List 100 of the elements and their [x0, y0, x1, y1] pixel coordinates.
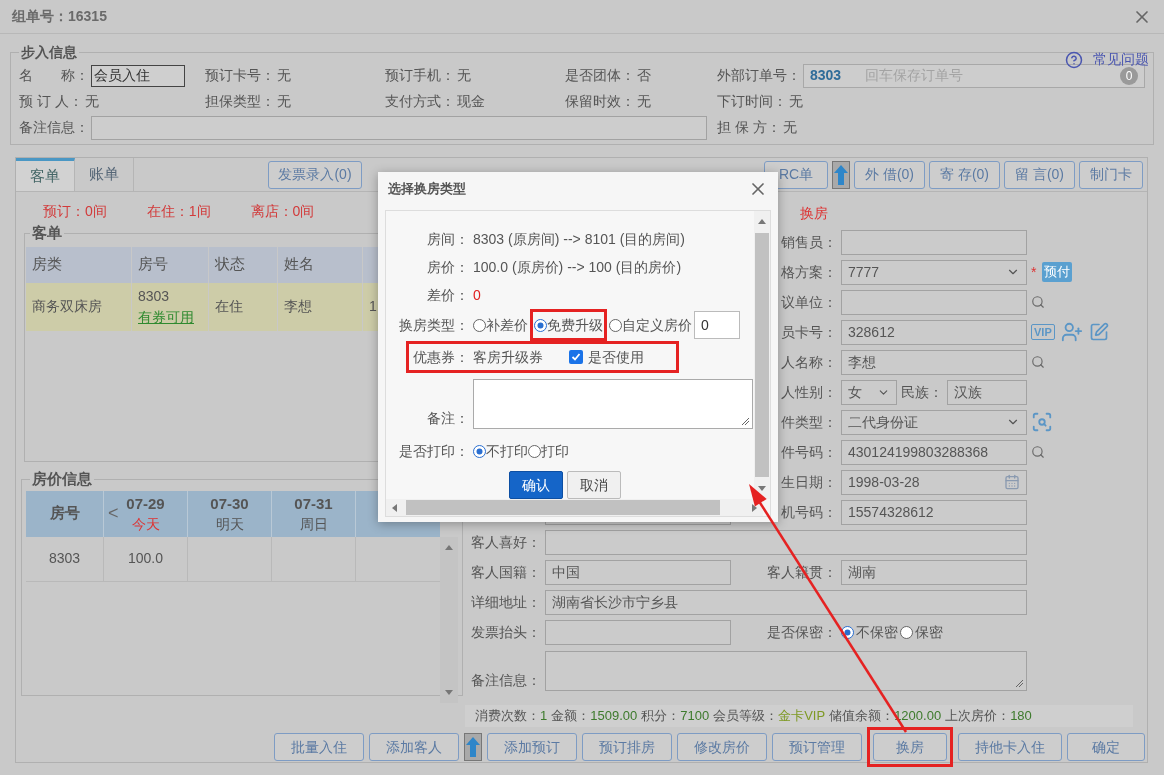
radio-button[interactable] [609, 318, 622, 332]
field-label: 详细地址： [471, 592, 541, 612]
input-field[interactable]: 328612 [841, 319, 1027, 345]
radio-label[interactable]: 打印 [541, 440, 569, 462]
price-input[interactable]: 0 [694, 311, 740, 339]
input-field[interactable] [545, 619, 731, 645]
stat-value: 1 [540, 707, 548, 726]
scrollbar[interactable] [440, 536, 458, 703]
radio-button[interactable] [534, 318, 547, 332]
select-field[interactable]: 7777 [841, 259, 1027, 285]
input-field[interactable] [841, 229, 1027, 255]
action-button[interactable]: 添加预订 [487, 733, 577, 761]
prepay-badge[interactable]: 预付 [1042, 262, 1073, 282]
search-icon [1031, 355, 1045, 369]
field-label: 员卡号： [781, 322, 837, 342]
radio-label[interactable]: 保密 [915, 621, 943, 643]
field-label: 格方案： [781, 262, 837, 282]
table-cell: 8303 [26, 536, 104, 581]
confirm-button[interactable]: 确认 [509, 471, 564, 499]
input-field[interactable] [91, 115, 707, 140]
scrollbar[interactable] [754, 211, 770, 499]
column-header: 房类 [26, 246, 132, 283]
radio-button[interactable] [528, 444, 541, 458]
input-field[interactable] [841, 289, 1027, 315]
input-field[interactable]: 汉族 [947, 379, 1027, 405]
column-header: 状态 [209, 246, 278, 283]
action-button[interactable]: 批量入住 [274, 733, 364, 761]
action-button[interactable]: 添加客人 [369, 733, 459, 761]
edit-icon [1088, 322, 1109, 342]
input-field[interactable]: 湖南 [841, 559, 1027, 585]
column-header: 房号 [132, 246, 209, 283]
scroll-right-icon[interactable] [749, 502, 759, 513]
action-button[interactable]: 预订排房 [582, 733, 672, 761]
radio-button[interactable] [473, 444, 486, 458]
scrollbar-thumb[interactable] [755, 233, 770, 477]
toolbar-button[interactable]: 留 言(0) [1004, 160, 1075, 189]
field-label: 下订时间： [717, 92, 787, 111]
scrollbar-thumb[interactable] [406, 500, 720, 515]
date-field[interactable]: 1998-03-28 [841, 469, 1027, 495]
room-count: 离店：0间 [250, 201, 315, 221]
toolbar-button[interactable]: 发票录入(0) [268, 160, 362, 189]
count-badge: 0 [1120, 66, 1138, 85]
field-label: 客人国籍： [471, 562, 541, 582]
field-label: 名 称： [19, 66, 89, 85]
radio-label[interactable]: 补差价 [486, 314, 528, 336]
scrollbar[interactable] [386, 499, 763, 516]
input-field[interactable]: 会员入住 [91, 64, 185, 87]
radio-label[interactable]: 免费升级 [547, 314, 603, 336]
field-value: 无 [277, 92, 291, 111]
toolbar-button[interactable]: 外 借(0) [854, 160, 925, 189]
checkbox-label[interactable]: 是否使用 [588, 346, 644, 368]
input-field[interactable]: 15574328612 [841, 499, 1027, 525]
stat-label: 金额： [551, 707, 591, 726]
field-label: 预订手机： [385, 66, 455, 85]
input-field[interactable] [545, 529, 1027, 555]
action-button[interactable]: 换房 [873, 733, 947, 761]
id-scan-icon [1031, 411, 1053, 433]
field-label: 机号码： [781, 502, 837, 522]
section-heading: 换房 [800, 204, 828, 223]
input-field[interactable]: 中国 [545, 559, 731, 585]
action-button[interactable]: 预订管理 [772, 733, 862, 761]
field-label: 外部订单号： [717, 66, 801, 85]
date-header: 07-31 周日 [294, 493, 333, 534]
checkbox[interactable] [569, 350, 583, 364]
stat-value: 金卡VIP [778, 707, 826, 726]
select-field[interactable]: 女 [841, 379, 897, 405]
date-header: 07-29 今天 [126, 493, 165, 534]
tab[interactable]: 客单 [16, 158, 75, 191]
radio-button[interactable] [473, 318, 486, 332]
column-header: 房号 [26, 490, 104, 537]
scroll-down-icon[interactable] [757, 483, 768, 493]
radio-label[interactable]: 不保密 [856, 621, 898, 643]
stat-label: 积分： [641, 707, 681, 726]
scroll-left-icon[interactable] [390, 502, 400, 513]
table-cell-text: 100.0 [127, 549, 163, 568]
field-label: 备注信息： [471, 671, 541, 690]
coupon-link[interactable]: 有券可用 [138, 306, 208, 328]
action-button[interactable]: 持他卡入住 [958, 733, 1062, 761]
radio-label[interactable]: 不打印 [486, 440, 528, 462]
scroll-up-icon[interactable] [757, 217, 768, 227]
cancel-button[interactable]: 取消 [567, 471, 622, 499]
user-add-icon [1060, 321, 1083, 343]
resize-grip-icon[interactable] [1015, 679, 1024, 688]
radio-button[interactable] [900, 625, 913, 639]
search-icon [1031, 295, 1045, 309]
radio-label[interactable]: 自定义房价 [622, 314, 692, 336]
input-field[interactable]: 李想 [841, 349, 1027, 375]
select-field[interactable]: 二代身份证 [841, 409, 1027, 435]
field-label: 优惠券： [413, 347, 469, 367]
input-field[interactable]: 湖南省长沙市宁乡县 [545, 589, 1027, 615]
action-button[interactable]: 确定 [1067, 733, 1145, 761]
input-field[interactable]: 430124199803288368 [841, 439, 1027, 465]
field-value: 无 [84, 92, 99, 111]
previous-arrow[interactable]: < [108, 500, 119, 527]
action-button[interactable]: 修改房价 [677, 733, 767, 761]
toolbar-button[interactable]: 寄 存(0) [929, 160, 1000, 189]
calendar-icon [1004, 474, 1020, 490]
resize-grip-icon[interactable] [741, 417, 750, 426]
toolbar-button[interactable]: 制门卡 [1079, 160, 1143, 189]
field-label: 预 订 人： [19, 92, 83, 111]
